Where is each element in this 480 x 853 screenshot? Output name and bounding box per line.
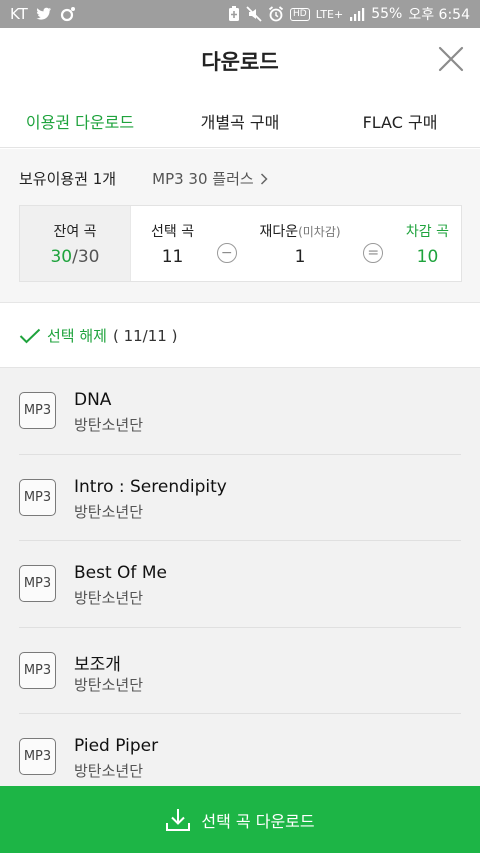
status-bar: KT HD LTE+ 55% 오후 6:54 xyxy=(0,0,480,28)
mute-icon xyxy=(246,6,262,22)
download-counts: 잔여 곡 30/30 선택 곡 11 − 재다운(미차감) 1 = 차감 곡 1… xyxy=(19,205,462,282)
song-artist: 방탄소년단 xyxy=(74,762,144,780)
equals-icon: = xyxy=(363,243,384,263)
mp3-badge-icon: MP3 xyxy=(19,738,56,775)
download-selected-button[interactable]: 선택 곡 다운로드 xyxy=(0,786,480,853)
hd-icon: HD xyxy=(290,7,310,21)
mp3-badge-icon: MP3 xyxy=(19,565,56,602)
remaining-total: 30 xyxy=(77,247,100,267)
song-artist: 방탄소년단 xyxy=(74,589,144,607)
selection-count: ( 11/11 ) xyxy=(112,326,178,345)
signal-icon xyxy=(350,8,365,21)
song-title: Pied Piper xyxy=(74,736,159,756)
redownload-label: 재다운 xyxy=(259,224,299,240)
pass-summary: 보유이용권 1개 MP3 30 플러스 잔여 곡 30/30 선택 곡 11 −… xyxy=(0,149,480,303)
redownload-value: 1 xyxy=(294,247,306,267)
redownload-count: 재다운(미차감) 1 xyxy=(259,221,340,267)
selected-value: 11 xyxy=(161,247,184,267)
tab-pass-download[interactable]: 이용권 다운로드 xyxy=(0,92,160,147)
carrier-label: KT xyxy=(10,5,28,23)
owned-pass-label: 보유이용권 1개 xyxy=(19,170,117,188)
redownload-note: (미차감) xyxy=(298,225,341,239)
download-button-label: 선택 곡 다운로드 xyxy=(201,811,315,831)
battery-saver-icon xyxy=(229,6,240,21)
song-artist: 방탄소년단 xyxy=(74,416,144,434)
song-title: 보조개 xyxy=(74,654,121,675)
list-item[interactable]: MP3 보조개 방탄소년단 xyxy=(19,628,461,714)
remaining-value: 30 xyxy=(50,247,73,267)
selected-label: 선택 곡 xyxy=(151,224,195,240)
alarm-icon xyxy=(268,6,284,22)
song-title: Intro : Serendipity xyxy=(74,476,227,497)
pass-name: MP3 30 플러스 xyxy=(152,170,254,188)
battery-percent: 55% xyxy=(371,6,403,22)
song-list: MP3 DNA 방탄소년단 MP3 Intro : Serendipity 방탄… xyxy=(0,368,480,786)
deducted-label: 차감 곡 xyxy=(405,224,449,240)
mp3-badge-icon: MP3 xyxy=(19,651,56,689)
tab-bar: 이용권 다운로드 개별곡 구매 FLAC 구매 xyxy=(0,92,480,148)
pass-name-link[interactable]: MP3 30 플러스 xyxy=(152,168,268,189)
mp3-badge-icon: MP3 xyxy=(19,392,56,429)
selected-count: 선택 곡 11 xyxy=(151,221,194,267)
list-item[interactable]: MP3 Pied Piper 방탄소년단 xyxy=(19,714,461,786)
song-artist: 방탄소년단 xyxy=(74,675,144,694)
song-title: Best Of Me xyxy=(74,563,167,583)
remaining-label: 잔여 곡 xyxy=(53,224,97,240)
list-item[interactable]: MP3 Best Of Me 방탄소년단 xyxy=(19,541,461,628)
lte-icon: LTE+ xyxy=(315,7,344,21)
download-icon xyxy=(166,808,191,831)
twitter-icon xyxy=(36,7,51,20)
tab-single-purchase[interactable]: 개별곡 구매 xyxy=(160,92,320,147)
song-title: DNA xyxy=(74,390,112,410)
deselect-label: 선택 해제 xyxy=(47,327,107,345)
header: 다운로드 xyxy=(0,28,480,90)
remaining-count: 잔여 곡 30/30 xyxy=(20,206,131,281)
deselect-all-toggle[interactable]: 선택 해제 ( 11/11 ) xyxy=(0,304,480,368)
page-title: 다운로드 xyxy=(201,50,279,74)
list-item[interactable]: MP3 Intro : Serendipity 방탄소년단 xyxy=(19,455,461,541)
deducted-value: 10 xyxy=(416,247,439,267)
close-icon[interactable] xyxy=(438,46,464,72)
clock: 오후 6:54 xyxy=(408,7,470,23)
song-artist: 방탄소년단 xyxy=(74,502,144,521)
list-item[interactable]: MP3 DNA 방탄소년단 xyxy=(19,368,461,455)
minus-icon: − xyxy=(216,243,237,263)
mp3-badge-icon: MP3 xyxy=(19,478,56,516)
chevron-right-icon xyxy=(260,172,268,185)
check-icon xyxy=(19,328,41,343)
tab-flac-purchase[interactable]: FLAC 구매 xyxy=(320,92,480,147)
deducted-count: 차감 곡 10 xyxy=(406,221,449,267)
circle-app-icon xyxy=(60,7,75,22)
